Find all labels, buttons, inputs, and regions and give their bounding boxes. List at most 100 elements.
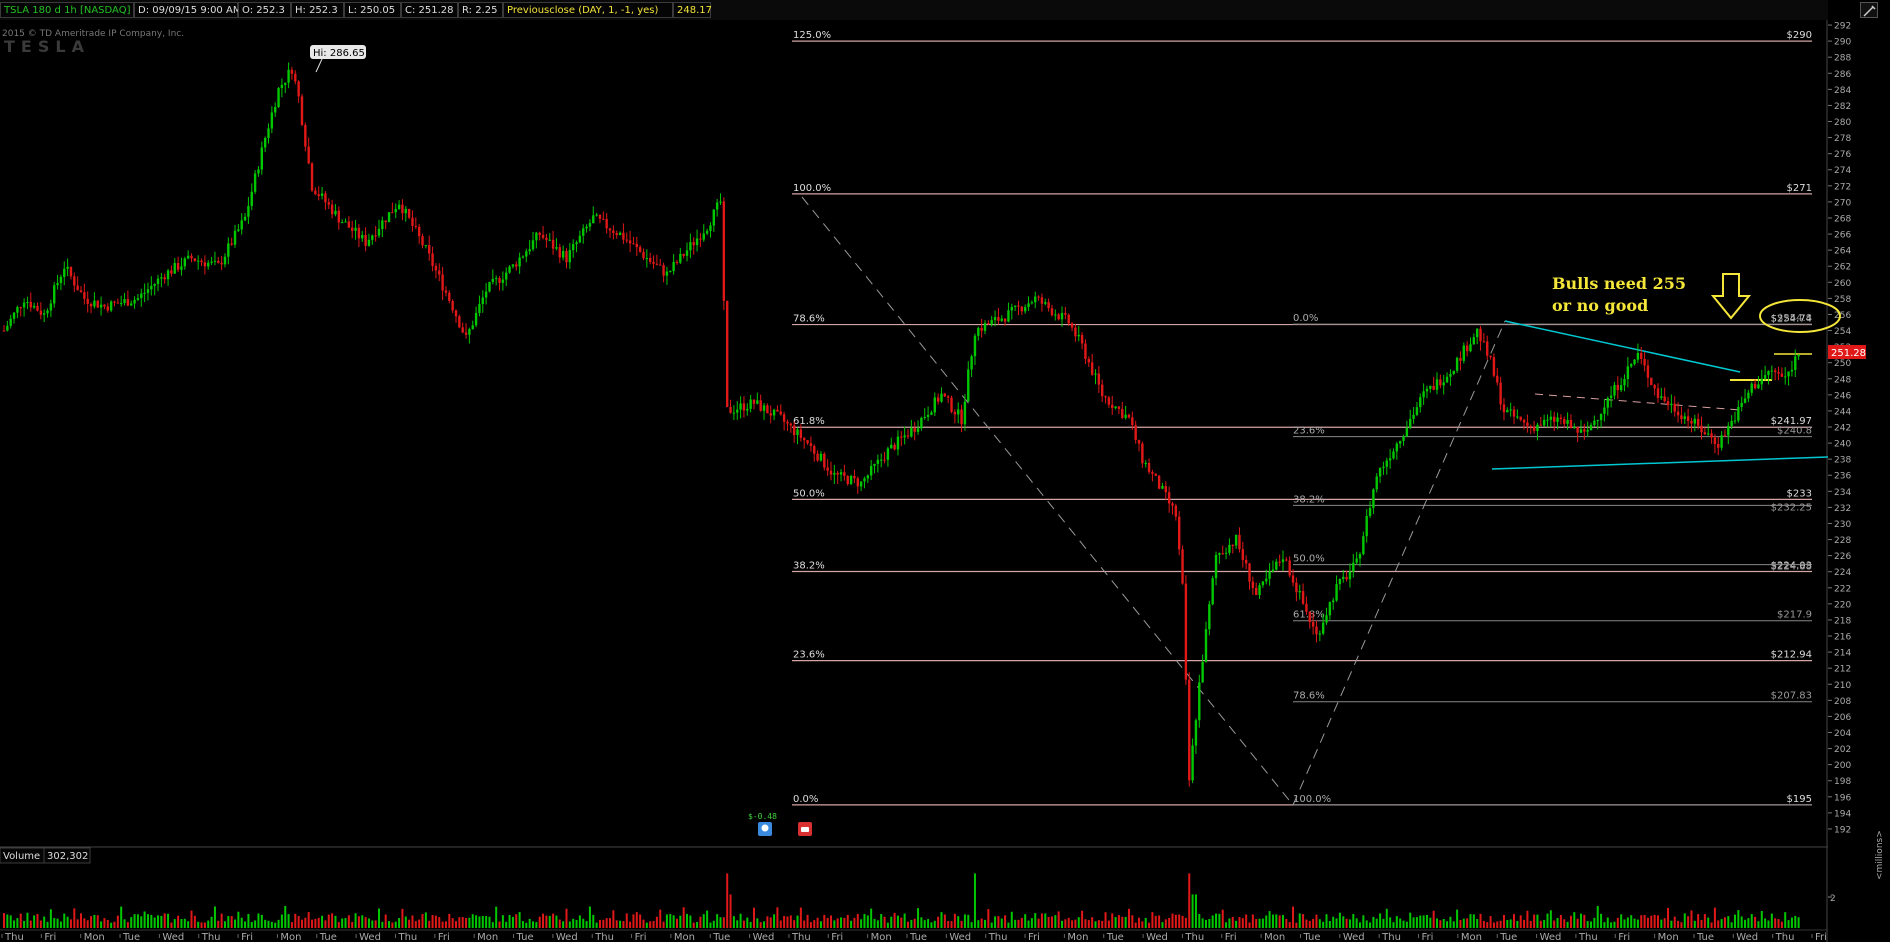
candle-body xyxy=(826,467,829,471)
volume-bar xyxy=(853,917,856,928)
volume-bar xyxy=(1034,913,1037,928)
candle-body xyxy=(109,301,113,311)
fib-retracement-right[interactable]: 0.0% $254.8 23.6% $240.8 38.2% $232.25 50.0% $2… xyxy=(1293,313,1812,806)
candle-body xyxy=(1750,383,1753,393)
volume-bar xyxy=(1215,913,1218,928)
conference-call-marker[interactable] xyxy=(798,822,812,836)
volume-bar xyxy=(1760,911,1763,928)
volume-bar xyxy=(431,915,434,928)
price-tick-label: 282 xyxy=(1834,102,1851,112)
candle-body xyxy=(1258,585,1261,596)
volume-bar xyxy=(752,907,755,928)
volume-bar xyxy=(1633,918,1636,928)
time-tick-label: Mon xyxy=(674,932,695,942)
candle-body xyxy=(863,478,866,482)
price-chart[interactable]: 2015 © TD Ameritrade IP Company, Inc. TE… xyxy=(0,0,1890,942)
volume-bar xyxy=(237,911,240,928)
volume-bar xyxy=(907,921,909,928)
volume-bar xyxy=(1653,914,1656,928)
time-tick-label: Mon xyxy=(477,932,498,942)
time-tick-label: Thu xyxy=(791,932,811,942)
volume-bar xyxy=(1007,922,1010,928)
current-price-tag: 251.28 xyxy=(1828,345,1866,359)
volume-bar xyxy=(1268,911,1271,928)
fib-right-price: $207.83 xyxy=(1771,691,1812,702)
lower-trendline[interactable] xyxy=(1491,456,1829,470)
volume-bar xyxy=(719,917,722,928)
candle-body xyxy=(1315,626,1318,635)
candle-body xyxy=(1355,558,1358,563)
candle-body xyxy=(1141,443,1144,464)
candle-body xyxy=(488,281,491,292)
candle-body xyxy=(1295,582,1298,593)
candle-body xyxy=(1077,335,1080,337)
volume-bar xyxy=(1292,906,1295,928)
volume-bar xyxy=(1164,919,1167,928)
volume-bar xyxy=(1241,918,1244,928)
upper-trendline[interactable] xyxy=(1504,320,1741,373)
volume-bar xyxy=(49,909,52,928)
candle-body xyxy=(26,301,29,303)
candle-body xyxy=(1281,559,1285,563)
mid-dashed-trendline[interactable] xyxy=(1534,393,1741,411)
candle-body xyxy=(444,290,448,293)
volume-bar xyxy=(1462,918,1465,928)
volume-bar xyxy=(950,921,953,928)
fib-left-pct: 78.6% xyxy=(793,314,825,325)
candle-body xyxy=(967,369,970,402)
volume-bar xyxy=(1526,910,1529,928)
volume-bar xyxy=(1620,914,1623,928)
candle-body xyxy=(1080,335,1084,344)
candle-body xyxy=(923,416,926,418)
fib-right-diagonal xyxy=(1292,320,1506,806)
volume-bar xyxy=(1486,922,1489,928)
fib-retracement-left[interactable]: 125.0% $290100.0% $27178.6% $254.7461.8% $24… xyxy=(792,30,1812,806)
volume-bar xyxy=(1409,912,1412,928)
price-tick-label: 288 xyxy=(1834,54,1851,64)
volume-bar xyxy=(110,922,113,928)
candle-body xyxy=(648,258,652,262)
candle-body xyxy=(679,253,682,263)
volume-bar xyxy=(1740,916,1743,928)
candle-body xyxy=(628,240,632,244)
volume-bar xyxy=(635,912,638,928)
volume-bar xyxy=(424,912,427,928)
volume-bar xyxy=(675,918,678,928)
candle-body xyxy=(1686,416,1690,421)
candle-body xyxy=(1405,427,1409,437)
volume-bar xyxy=(1057,911,1060,928)
candle-body xyxy=(1499,382,1502,405)
down-arrow-icon[interactable] xyxy=(1710,273,1752,320)
candle-body xyxy=(42,313,46,315)
candle-body xyxy=(1760,378,1763,385)
candle-body xyxy=(1619,385,1623,391)
candle-body xyxy=(93,300,96,307)
candle-body xyxy=(357,227,361,239)
dividend-marker[interactable] xyxy=(758,822,772,836)
candle-body xyxy=(320,193,324,196)
volume-bar xyxy=(1656,915,1659,928)
candle-body xyxy=(36,305,39,311)
candle-body xyxy=(1094,373,1097,375)
volume-bar xyxy=(729,894,732,928)
volume-bar xyxy=(103,918,106,928)
volume-bar xyxy=(341,918,344,928)
candle-body xyxy=(210,261,213,263)
candle-body xyxy=(833,472,836,475)
volume-bar xyxy=(93,914,96,928)
candle-body xyxy=(1311,622,1315,627)
candle-body xyxy=(792,425,796,436)
volume-bar xyxy=(896,915,899,928)
candle-body xyxy=(990,320,993,325)
volume-bar xyxy=(1191,894,1194,928)
volume-bar xyxy=(1677,920,1680,928)
candle-body xyxy=(776,409,779,412)
volume-bar xyxy=(518,912,521,928)
volume-bar xyxy=(1178,914,1181,928)
candle-body xyxy=(843,472,846,477)
volume-bar xyxy=(840,917,843,928)
candle-body xyxy=(1241,549,1245,560)
volume-bar xyxy=(254,920,257,928)
candle-body xyxy=(1676,411,1680,416)
candle-body xyxy=(1144,462,1147,464)
